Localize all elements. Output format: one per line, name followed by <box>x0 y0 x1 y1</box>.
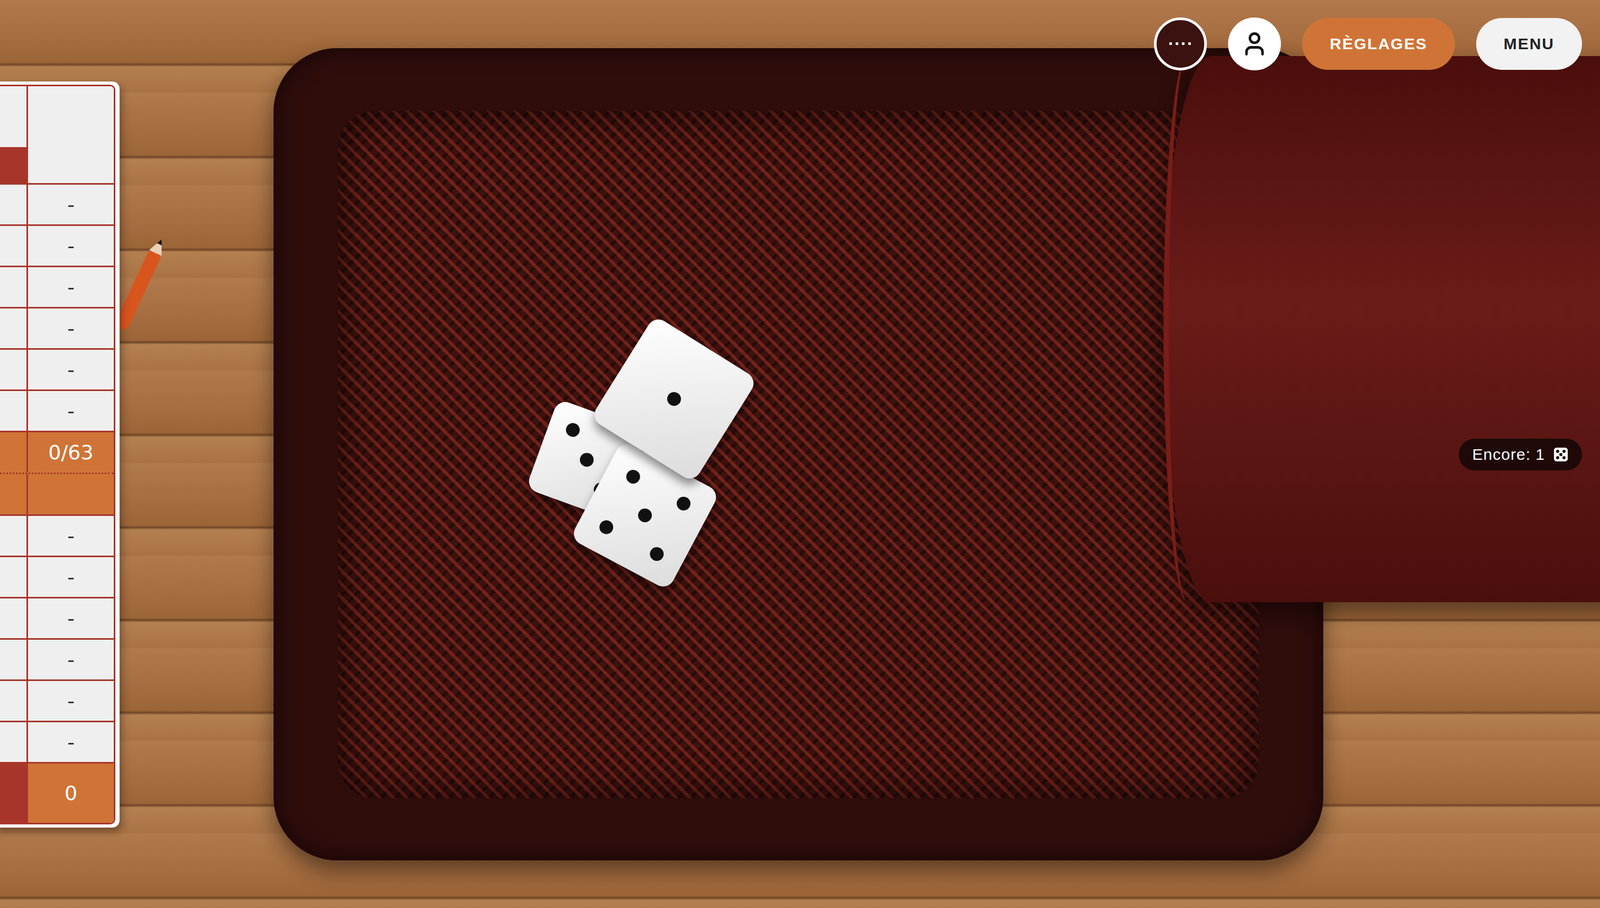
pip <box>649 480 668 499</box>
score-row[interactable]: - <box>0 265 114 307</box>
pen-icon <box>117 232 166 334</box>
pip <box>664 389 684 409</box>
profile-button[interactable] <box>1228 17 1281 71</box>
score-row[interactable]: - <box>0 183 114 225</box>
score-header <box>0 86 114 148</box>
pip <box>585 428 604 447</box>
status-button[interactable]: ···· <box>1153 17 1207 71</box>
pip <box>596 517 616 536</box>
pip <box>635 505 654 525</box>
pip <box>647 544 667 563</box>
score-row[interactable]: - <box>0 224 114 266</box>
pip <box>564 420 582 439</box>
menu-button[interactable]: MENU <box>1476 17 1583 70</box>
pip <box>654 344 674 365</box>
total-row: 0 <box>0 761 114 823</box>
user-icon <box>1240 30 1269 58</box>
tray-mat <box>338 110 1259 799</box>
pip <box>637 371 657 392</box>
toolbar: ···· RÈGLAGES MENU <box>1153 17 1583 71</box>
game-table: ------0/63------0····RÈGLAGESMENUEncore:… <box>0 0 1600 908</box>
pip <box>692 406 712 426</box>
die-icon <box>1553 447 1569 462</box>
pip <box>681 361 701 381</box>
cup-rim <box>1163 56 1212 603</box>
score-header-sub <box>0 147 114 184</box>
bonus-row: 0/63 <box>0 430 114 473</box>
pip <box>620 399 640 419</box>
pip <box>622 531 641 550</box>
score-row[interactable]: - <box>0 596 114 639</box>
pip <box>674 494 693 513</box>
pip <box>577 450 596 469</box>
score-row[interactable]: - <box>0 638 114 680</box>
score-row[interactable]: - <box>0 514 114 556</box>
pip <box>708 378 729 398</box>
scorecard: ------0/63------0 <box>0 81 120 828</box>
pip <box>674 433 694 453</box>
pip <box>548 464 566 483</box>
pip <box>660 519 680 538</box>
score-row[interactable]: - <box>0 389 114 431</box>
pip <box>569 472 588 490</box>
score-row[interactable]: - <box>0 720 114 762</box>
bonus-extra-row <box>0 472 114 515</box>
score-row[interactable]: - <box>0 555 114 597</box>
pip <box>623 467 643 486</box>
dice-cup[interactable] <box>1163 56 1600 603</box>
score-row[interactable]: - <box>0 306 114 349</box>
pip <box>610 492 630 512</box>
rolls-left-badge: Encore: 1 <box>1458 438 1583 471</box>
score-row[interactable]: - <box>0 679 114 721</box>
pip <box>556 442 574 461</box>
score-row[interactable]: - <box>0 348 114 390</box>
settings-button[interactable]: RÈGLAGES <box>1302 17 1455 70</box>
pip <box>647 416 667 436</box>
